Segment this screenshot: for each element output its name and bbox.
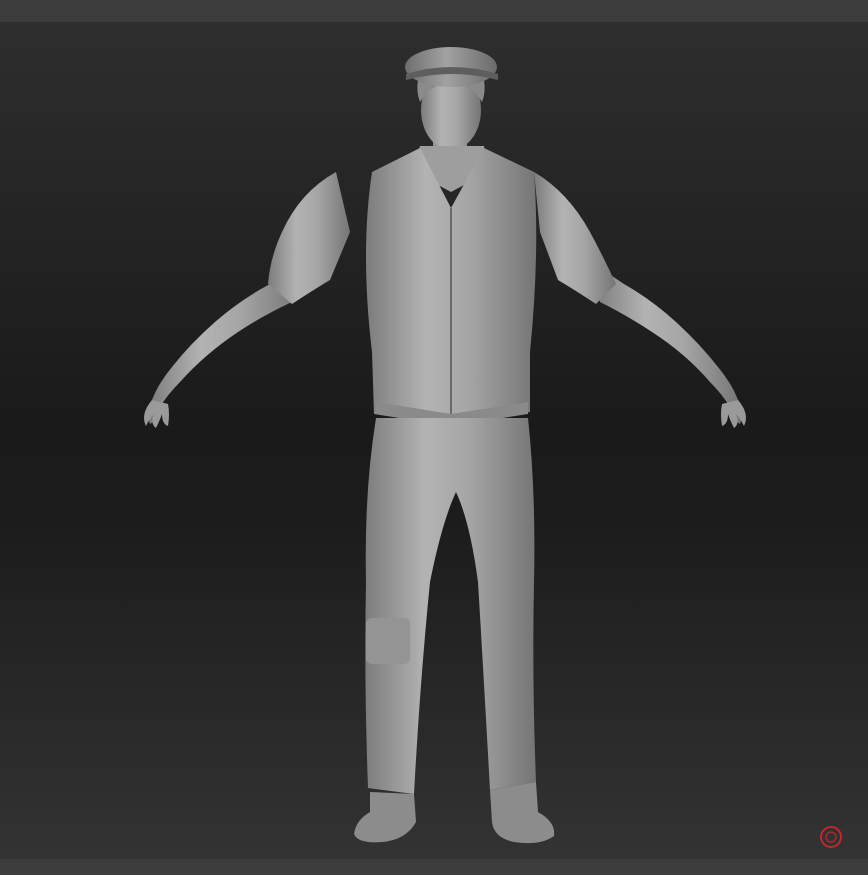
rotation-gizmo-icon[interactable] bbox=[818, 824, 844, 850]
right-shoe bbox=[490, 782, 555, 844]
sculpting-app-window bbox=[0, 0, 868, 875]
right-hand bbox=[721, 400, 746, 428]
trousers bbox=[365, 418, 536, 794]
knee-patch bbox=[366, 618, 410, 664]
3d-viewport[interactable] bbox=[0, 22, 868, 859]
left-shoe bbox=[354, 792, 416, 843]
bottom-status-bar bbox=[0, 859, 868, 875]
left-arm bbox=[148, 172, 350, 424]
head bbox=[405, 47, 498, 162]
left-hand bbox=[144, 400, 169, 428]
right-arm bbox=[534, 172, 742, 424]
top-toolbar bbox=[0, 0, 868, 22]
sculpted-character-model[interactable] bbox=[0, 22, 868, 859]
